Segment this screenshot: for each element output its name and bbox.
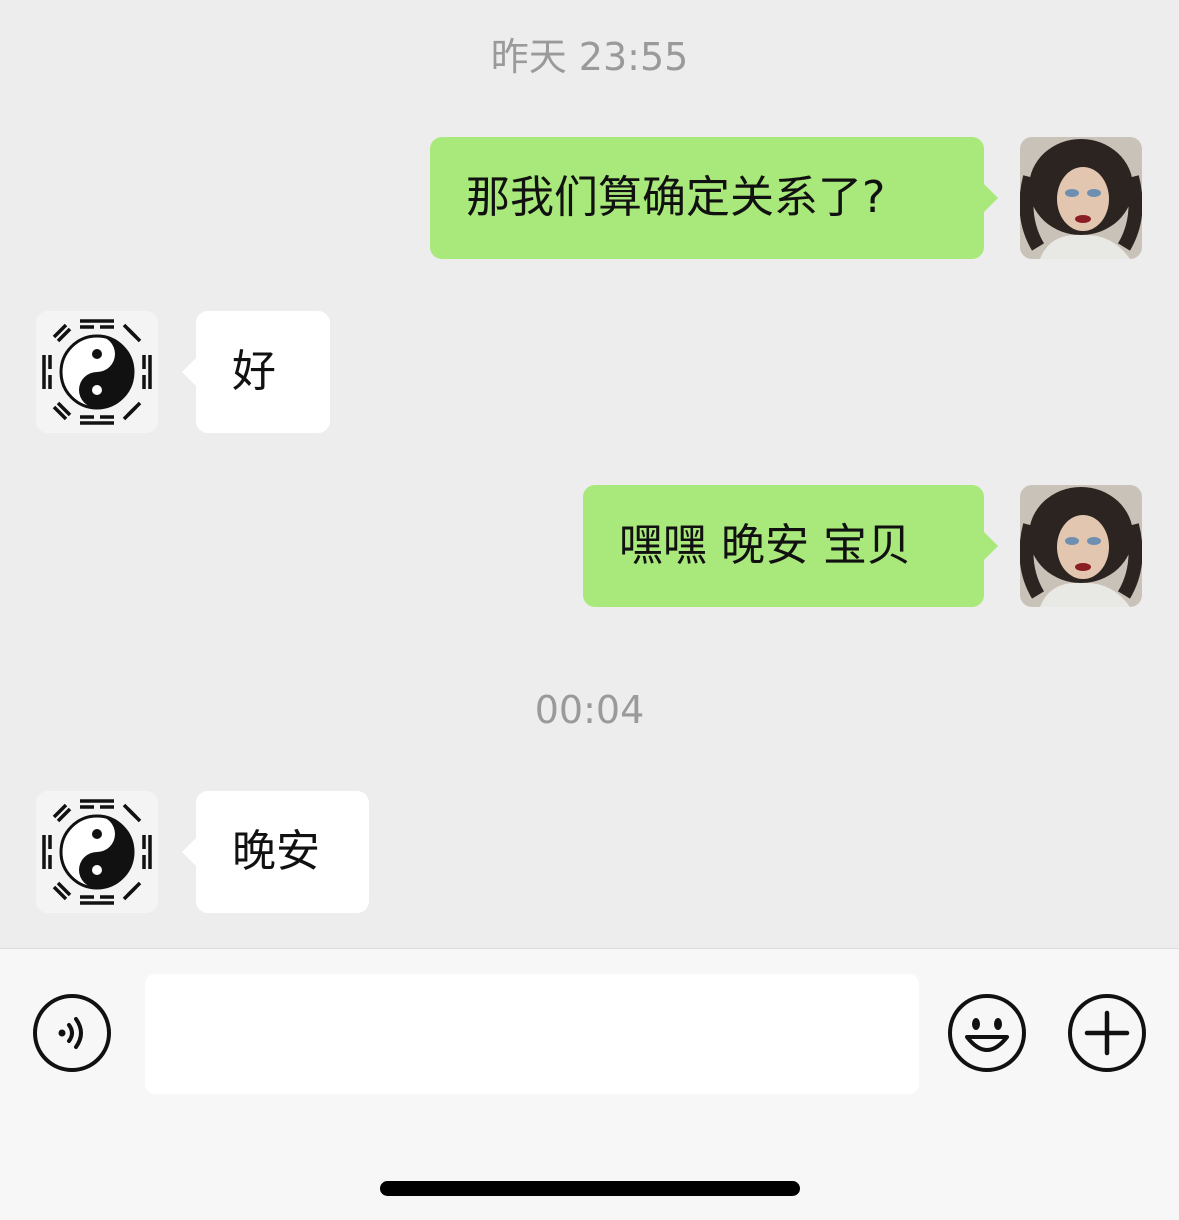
plus-icon	[1068, 994, 1146, 1072]
contact-avatar[interactable]	[36, 311, 158, 433]
home-indicator[interactable]	[380, 1181, 800, 1196]
emoji-icon	[948, 994, 1026, 1072]
yin-yang-bagua-icon	[36, 791, 158, 913]
more-button[interactable]	[1067, 993, 1147, 1073]
message-bubble-received[interactable]: 晚安	[182, 791, 369, 913]
my-avatar[interactable]	[1020, 485, 1142, 607]
message-text: 那我们算确定关系了?	[466, 172, 886, 223]
timestamp: 昨天 23:55	[490, 35, 689, 79]
message-bubble-sent[interactable]: 那我们算确定关系了?	[430, 137, 998, 259]
chat-area[interactable]: 昨天 23:55 那我们算确定关系了? 好 嘿嘿 晚安 宝贝 00:04 晚安	[0, 0, 1179, 948]
message-text: 晚安	[232, 826, 320, 877]
emoji-button[interactable]	[947, 993, 1027, 1073]
message-bubble-sent[interactable]: 嘿嘿 晚安 宝贝	[583, 485, 998, 607]
voice-button[interactable]	[32, 993, 112, 1073]
message-bubble-received[interactable]: 好	[182, 311, 330, 433]
yin-yang-bagua-icon	[36, 311, 158, 433]
message-input[interactable]	[145, 974, 919, 1094]
contact-avatar[interactable]	[36, 791, 158, 913]
timestamp: 00:04	[534, 688, 645, 732]
my-avatar[interactable]	[1020, 137, 1142, 259]
message-text: 嘿嘿 晚安 宝贝	[619, 520, 911, 571]
input-bar	[0, 948, 1179, 1220]
portrait-avatar-image	[1020, 485, 1142, 607]
voice-icon	[33, 994, 111, 1072]
portrait-avatar-image	[1020, 137, 1142, 259]
message-text: 好	[232, 346, 276, 397]
